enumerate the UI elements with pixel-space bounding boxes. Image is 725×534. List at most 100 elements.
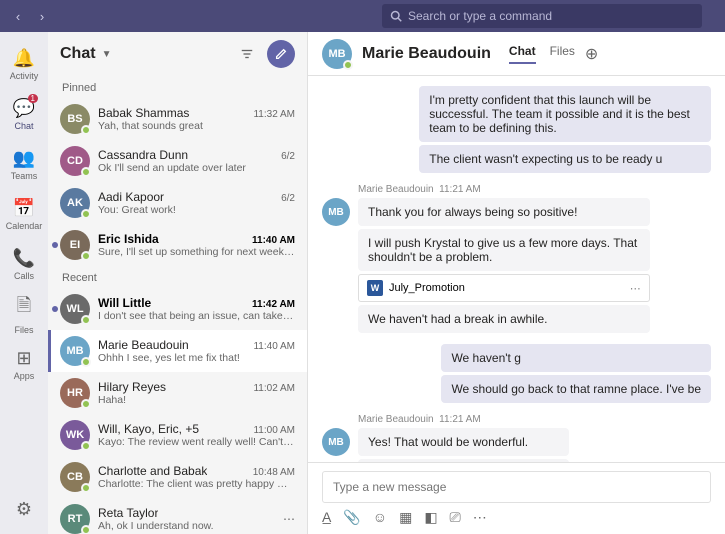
message-sent: I'm pretty confident that this launch wi… bbox=[322, 86, 711, 176]
rail-label: Calendar bbox=[6, 221, 43, 231]
filter-button[interactable] bbox=[233, 40, 261, 68]
unread-dot bbox=[52, 306, 58, 312]
rail-label: Apps bbox=[14, 371, 35, 381]
message-list: I'm pretty confident that this launch wi… bbox=[308, 76, 725, 462]
rail-label: Activity bbox=[10, 71, 39, 81]
message-received: MB Marie Beaudouin 11:21 AM Thank you for … bbox=[322, 184, 711, 336]
contact-name: Marie Beaudouin bbox=[362, 45, 491, 63]
word-icon: W bbox=[367, 280, 383, 296]
compose-button[interactable] bbox=[267, 40, 295, 68]
chat-item-name: Aadi Kapoor bbox=[98, 190, 164, 204]
emoji-icon[interactable]: ☺ bbox=[373, 509, 387, 526]
rail-calls[interactable]: 📞Calls bbox=[0, 240, 48, 288]
teams-icon: 👥 bbox=[13, 148, 35, 169]
chat-item-time: 11:00 AM bbox=[253, 425, 295, 436]
rail-calendar[interactable]: 📅 Calendar bbox=[0, 190, 48, 238]
avatar: MB bbox=[322, 428, 350, 456]
nav-back[interactable]: ‹ bbox=[8, 6, 28, 26]
message-received: MB Marie Beaudouin 11:21 AM Yes! That woul… bbox=[322, 414, 711, 462]
app-rail: 🔔Activity💬Chat1👥Teams📅Calendar📞Calls🗎Fil… bbox=[0, 32, 48, 534]
chat-pane-header: MB Marie Beaudouin ChatFiles ⊕ bbox=[308, 32, 725, 76]
rail-activity[interactable]: 🔔Activity bbox=[0, 40, 48, 88]
rail-files[interactable]: 🗎 Files bbox=[0, 290, 48, 338]
chat-item[interactable]: WKWill, Kayo, Eric, +511:00 AMKayo: The … bbox=[48, 414, 307, 456]
chat-item[interactable]: MBMarie Beaudouin11:40 AMOhhh I see, yes… bbox=[48, 330, 307, 372]
search-placeholder: Search or type a command bbox=[408, 9, 552, 23]
composer: A̲ 📎 ☺ ▦ ◧ ⎚ ⋯ bbox=[308, 462, 725, 534]
chat-item-time: 6/2 bbox=[281, 193, 295, 204]
chat-item[interactable]: BSBabak Shammas11:32 AMYah, that sounds … bbox=[48, 98, 307, 140]
tab-chat[interactable]: Chat bbox=[509, 44, 536, 64]
sticker-icon[interactable]: ◧ bbox=[424, 509, 437, 526]
rail-label: Chat bbox=[14, 121, 33, 131]
presence-indicator bbox=[81, 125, 91, 135]
rail-apps[interactable]: ⊞ Apps bbox=[0, 340, 48, 388]
composer-toolbar: A̲ 📎 ☺ ▦ ◧ ⎚ ⋯ bbox=[322, 509, 711, 526]
add-tab-button[interactable]: ⊕ bbox=[585, 44, 598, 64]
chat-item-preview: Ok I'll send an update over later bbox=[98, 162, 295, 174]
rail-label: Files bbox=[14, 325, 33, 335]
attach-icon[interactable]: 📎 bbox=[343, 509, 360, 526]
chat-item-preview: You: Great work! bbox=[98, 204, 295, 216]
chevron-down-icon[interactable]: ▼ bbox=[102, 49, 112, 60]
more-icon[interactable]: ⋯ bbox=[473, 509, 487, 526]
chat-item-name: Charlotte and Babak bbox=[98, 464, 207, 478]
chat-item[interactable]: RTReta TaylorAh, ok I understand now.⋯ bbox=[48, 498, 307, 534]
presence-indicator bbox=[81, 167, 91, 177]
chat-item[interactable]: WLWill Little11:42 AMI don't see that be… bbox=[48, 288, 307, 330]
format-icon[interactable]: A̲ bbox=[322, 509, 331, 526]
calendar-icon: 📅 bbox=[13, 198, 35, 219]
chat-list-header: Chat ▼ bbox=[48, 32, 307, 76]
message-bubble[interactable]: I will push Krystal to give us a few mor… bbox=[358, 229, 650, 271]
chat-item-name: Reta Taylor bbox=[98, 506, 158, 520]
chat-item-time: 11:02 AM bbox=[253, 383, 295, 394]
chat-item-preview: I don't see that being an issue, can tak… bbox=[98, 310, 295, 322]
recent-label: Recent bbox=[48, 266, 307, 288]
gif-icon[interactable]: ▦ bbox=[399, 509, 412, 526]
presence-indicator bbox=[81, 399, 91, 409]
attachment-name: July_Promotion bbox=[389, 282, 465, 294]
rail-badge: 1 bbox=[28, 94, 38, 103]
message-bubble[interactable]: I'm pretty confident that this launch wi… bbox=[419, 86, 711, 142]
message-bubble[interactable]: We haven't had a break in awhile. bbox=[358, 305, 650, 333]
chat-item-time: 11:40 AM bbox=[253, 341, 295, 352]
chat-pane: MB Marie Beaudouin Chat Files ⊕ I'm prett… bbox=[308, 32, 725, 534]
message-meta: Marie Beaudouin 11:21 AM bbox=[358, 414, 569, 425]
apps-icon: ⊞ bbox=[16, 348, 31, 369]
avatar: AK bbox=[60, 188, 90, 218]
presence-indicator bbox=[81, 483, 91, 493]
rail-teams[interactable]: 👥Teams bbox=[0, 140, 48, 188]
chat-list-panel: Chat ▼ PinnedBSBabak Shammas11:32 AMYah,… bbox=[48, 32, 308, 534]
chat-item-name: Hilary Reyes bbox=[98, 380, 166, 394]
chat-item-preview: Ohhh I see, yes let me fix that! bbox=[98, 352, 295, 364]
message-bubble[interactable]: We should go back to that ramne place. I… bbox=[441, 375, 711, 403]
tab-files[interactable]: Files bbox=[550, 44, 575, 64]
chat-item-name: Eric Ishida bbox=[98, 232, 159, 246]
message-bubble[interactable]: We haven't g bbox=[441, 344, 711, 372]
rail-chat[interactable]: 💬Chat1 bbox=[0, 90, 48, 138]
chat-item-name: Will, Kayo, Eric, +5 bbox=[98, 422, 199, 436]
chat-item-preview: Yah, that sounds great bbox=[98, 120, 295, 132]
nav-forward[interactable]: › bbox=[32, 6, 52, 26]
chat-item[interactable]: CBCharlotte and Babak10:48 AMCharlotte: … bbox=[48, 456, 307, 498]
attachment[interactable]: W July_Promotion ⋯ bbox=[358, 274, 650, 302]
message-bubble[interactable]: Yes! That would be wonderful. bbox=[358, 428, 569, 456]
settings-button[interactable]: ⚙ bbox=[0, 486, 48, 534]
presence-indicator bbox=[343, 60, 353, 70]
avatar: MB bbox=[322, 198, 350, 226]
more-icon[interactable]: ⋯ bbox=[283, 512, 295, 526]
meet-icon[interactable]: ⎚ bbox=[450, 509, 461, 526]
more-icon[interactable]: ⋯ bbox=[630, 282, 641, 295]
chat-item-preview: Haha! bbox=[98, 394, 295, 406]
message-input[interactable] bbox=[322, 471, 711, 503]
message-meta: Marie Beaudouin 11:21 AM bbox=[358, 184, 650, 195]
chat-item[interactable]: EIEric Ishida11:40 AMSure, I'll set up s… bbox=[48, 224, 307, 266]
search-input[interactable]: Search or type a command bbox=[382, 4, 702, 28]
chat-item[interactable]: CDCassandra Dunn6/2Ok I'll send an updat… bbox=[48, 140, 307, 182]
avatar: CB bbox=[60, 462, 90, 492]
chat-item[interactable]: AK Aadi Kapoor 6/2You: Great work! bbox=[48, 182, 307, 224]
message-bubble[interactable]: The client wasn't expecting us to be rea… bbox=[419, 145, 711, 173]
files-icon: 🗎 bbox=[17, 293, 31, 323]
message-bubble[interactable]: Thank you for always being so positive! bbox=[358, 198, 650, 226]
chat-item[interactable]: HRHilary Reyes11:02 AMHaha! bbox=[48, 372, 307, 414]
